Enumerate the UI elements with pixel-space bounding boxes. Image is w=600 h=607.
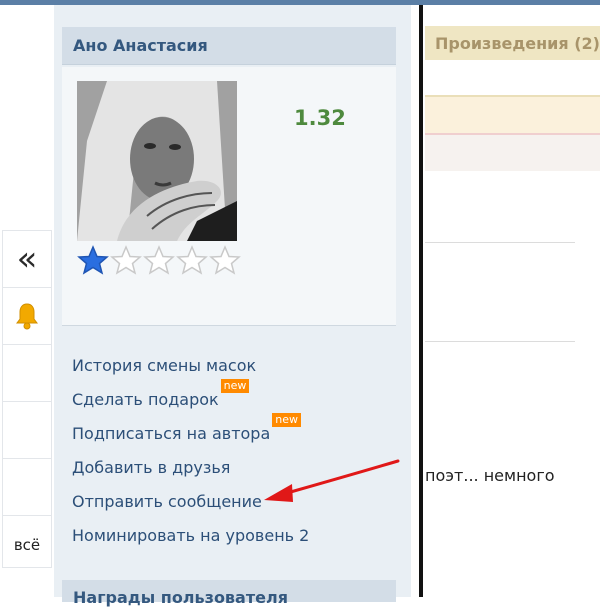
profile-action-item[interactable]: История смены масок [72,355,309,389]
left-toolbar: « всё [2,230,52,568]
new-badge: new [272,413,302,427]
column-divider [419,5,423,597]
profile-action-item[interactable]: Отправить сообщение [72,491,309,525]
profile-panel: Ано Анастасия 1.32 История смены масок С… [54,5,411,607]
rating-value: 1.32 [294,106,346,130]
profile-action-label: Номинировать на уровень 2 [72,526,310,545]
toolbar-empty-slot[interactable] [3,345,51,402]
profile-name-bar: Ано Анастасия [62,27,396,65]
content-band [425,95,600,133]
show-all-button[interactable]: всё [3,516,51,573]
profile-actions-menu: История смены масок Сделать подарокnew Под… [72,355,309,559]
tab-works-label: Произведения (2) [435,34,600,53]
content-band [425,133,600,171]
star-empty-icon[interactable] [143,245,175,275]
divider [425,242,575,243]
profile-action-item[interactable]: Добавить в друзья [72,457,309,491]
show-all-label: всё [13,535,41,554]
bell-icon [16,303,38,330]
new-badge: new [220,379,250,393]
divider [62,325,396,326]
star-empty-icon[interactable] [209,245,241,275]
profile-action-label: Сделать подарок [72,390,219,409]
profile-action-label: Добавить в друзья [72,458,231,477]
rating-stars [77,245,241,275]
profile-action-label: Подписаться на автора [72,424,271,443]
awards-header-label: Награды пользователя [73,588,288,607]
profile-action-label: Отправить сообщение [72,492,262,511]
profile-action-label: История смены масок [72,356,257,375]
profile-action-item[interactable]: Номинировать на уровень 2 [72,525,309,559]
double-chevron-left-icon: « [16,239,38,279]
profile-name[interactable]: Ано Анастасия [73,36,208,55]
awards-header: Награды пользователя [62,580,396,607]
tab-works[interactable]: Произведения (2) [425,26,600,60]
toolbar-empty-slot[interactable] [3,459,51,516]
star-empty-icon[interactable] [176,245,208,275]
notifications-button[interactable] [3,288,51,345]
avatar[interactable] [77,81,237,241]
avatar-image [77,81,237,241]
star-filled-icon[interactable] [77,245,109,275]
profile-card: 1.32 [62,67,396,325]
star-empty-icon[interactable] [110,245,142,275]
toolbar-empty-slot[interactable] [3,402,51,459]
divider [425,341,575,342]
bio-snippet: поэт... немного [425,466,555,485]
collapse-button[interactable]: « [3,231,51,288]
profile-action-item[interactable]: Подписаться на автораnew [72,413,309,457]
